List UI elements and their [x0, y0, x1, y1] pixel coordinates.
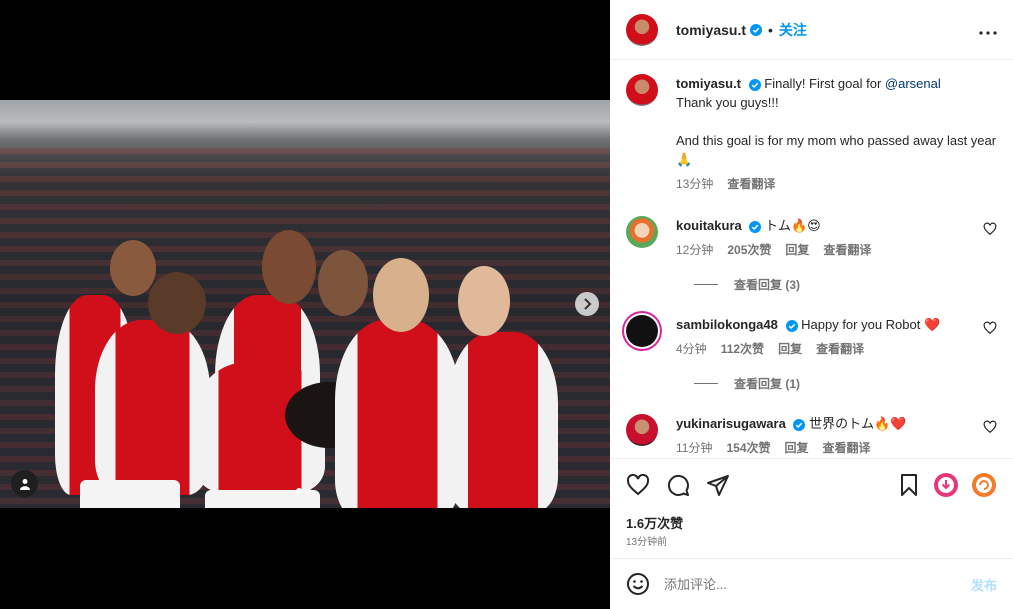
- avatar[interactable]: [626, 13, 658, 46]
- player-head: [373, 258, 429, 332]
- next-image-button[interactable]: [575, 292, 599, 316]
- heart-icon[interactable]: [983, 420, 997, 434]
- caption-meta: 13分钟 查看翻译: [676, 175, 997, 194]
- see-translation-button[interactable]: 查看翻译: [823, 439, 871, 458]
- comment-input[interactable]: [664, 576, 971, 592]
- replies-divider: [694, 284, 718, 285]
- header-separator: •: [768, 21, 773, 38]
- player-head: [262, 230, 316, 304]
- comment-text: 世界のトム🔥❤️: [809, 416, 907, 431]
- comment-meta: 12分钟 205次赞 回复 查看翻译: [676, 241, 997, 260]
- post-media: [0, 0, 610, 609]
- player-figure: [95, 320, 210, 495]
- avatar[interactable]: [626, 216, 658, 248]
- caption: tomiyasu.t Finally! First goal for @arse…: [626, 74, 997, 194]
- caption-username[interactable]: tomiyasu.t: [676, 76, 741, 91]
- post-header: tomiyasu.t • 关注: [610, 0, 1013, 60]
- carousel-indicator: [296, 488, 312, 494]
- carousel-dot-active: [296, 488, 302, 494]
- reply-button[interactable]: 回复: [778, 340, 802, 359]
- instagram-post-viewer: tomiyasu.t • 关注 tomiyasu.t Finally! Firs…: [0, 0, 1013, 609]
- comment-username[interactable]: sambilokonga48: [676, 317, 778, 332]
- see-translation-button[interactable]: 查看翻译: [727, 175, 775, 194]
- reply-button[interactable]: 回复: [785, 439, 809, 458]
- comment-icon[interactable]: [666, 473, 690, 497]
- view-replies-label: 查看回复 (3): [734, 278, 801, 292]
- comment-likes[interactable]: 154次赞: [726, 439, 770, 458]
- likes-count[interactable]: 1.6万次赞: [626, 513, 683, 532]
- more-icon: [979, 31, 997, 35]
- actions-right: [897, 472, 997, 498]
- player-head: [110, 240, 156, 296]
- caption-text-continued: Thank you guys!!! And this goal is for m…: [676, 95, 997, 167]
- comment-meta: 4分钟 112次赞 回复 查看翻译: [676, 340, 997, 359]
- avatar[interactable]: [626, 414, 658, 446]
- follow-button[interactable]: 关注: [779, 20, 807, 40]
- comment: yukinarisugawara 世界のトム🔥❤️ 11分钟 154次赞 回复 …: [626, 414, 997, 458]
- caption-time: 13分钟: [676, 177, 714, 191]
- verified-badge-icon: [750, 23, 763, 36]
- post-photo[interactable]: [0, 100, 610, 508]
- extension-repost-icon[interactable]: [971, 472, 997, 498]
- verified-badge-icon: [748, 78, 761, 91]
- view-replies-label: 查看回复 (1): [734, 377, 801, 391]
- bookmark-icon[interactable]: [897, 473, 921, 497]
- see-translation-button[interactable]: 查看翻译: [816, 340, 864, 359]
- post-time: 13分钟前: [626, 537, 668, 548]
- heart-icon[interactable]: [983, 321, 997, 335]
- player-head: [458, 266, 510, 336]
- comment: sambilokonga48 Happy for you Robot ❤️ 4分…: [626, 315, 997, 359]
- avatar[interactable]: [626, 315, 658, 347]
- player-figure: [448, 332, 558, 508]
- add-comment-bar: 发布: [610, 558, 1013, 609]
- comment: kouitakura トム🔥😍 12分钟 205次赞 回复 查看翻译: [626, 216, 997, 260]
- comment-time: 12分钟: [676, 243, 714, 257]
- player-head: [318, 250, 368, 316]
- player-figure: [335, 320, 460, 508]
- player-shorts: [80, 480, 180, 508]
- post-comment-button[interactable]: 发布: [971, 575, 997, 594]
- tagged-users-button[interactable]: [11, 470, 38, 497]
- player-head: [148, 272, 206, 334]
- view-replies-button[interactable]: 查看回复 (1): [694, 375, 997, 392]
- post-panel: tomiyasu.t • 关注 tomiyasu.t Finally! Firs…: [610, 0, 1013, 609]
- user-tag-icon: [19, 478, 30, 490]
- carousel-dot: [306, 488, 312, 494]
- more-options-button[interactable]: [979, 19, 997, 40]
- extension-download-icon[interactable]: [933, 472, 959, 498]
- comment-username[interactable]: kouitakura: [676, 218, 742, 233]
- share-icon[interactable]: [706, 473, 730, 497]
- emoji-icon[interactable]: [626, 572, 650, 596]
- comment-text: トム🔥😍: [765, 218, 821, 233]
- comment-time: 11分钟: [676, 441, 713, 455]
- comment-text: Happy for you Robot ❤️: [801, 317, 941, 332]
- view-replies-button[interactable]: 查看回复 (3): [694, 276, 997, 293]
- comment-meta: 11分钟 154次赞 回复 查看翻译: [676, 439, 997, 458]
- comments-list[interactable]: tomiyasu.t Finally! First goal for @arse…: [610, 60, 1013, 458]
- replies-divider: [694, 383, 718, 384]
- reply-button[interactable]: 回复: [785, 241, 809, 260]
- comment-likes[interactable]: 205次赞: [727, 241, 771, 260]
- chevron-right-icon: [584, 298, 592, 310]
- avatar[interactable]: [626, 74, 658, 106]
- comment-likes[interactable]: 112次赞: [721, 340, 764, 359]
- caption-text: Finally! First goal for: [764, 76, 885, 91]
- heart-icon[interactable]: [626, 473, 650, 497]
- verified-badge-icon: [793, 418, 806, 431]
- verified-badge-icon: [749, 220, 762, 233]
- comment-username[interactable]: yukinarisugawara: [676, 416, 786, 431]
- header-username[interactable]: tomiyasu.t: [676, 22, 746, 38]
- verified-badge-icon: [785, 319, 798, 332]
- post-actions-bar: [610, 458, 1013, 510]
- mention-link[interactable]: @arsenal: [885, 76, 941, 91]
- comment-time: 4分钟: [676, 342, 707, 356]
- see-translation-button[interactable]: 查看翻译: [823, 241, 871, 260]
- heart-icon[interactable]: [983, 222, 997, 236]
